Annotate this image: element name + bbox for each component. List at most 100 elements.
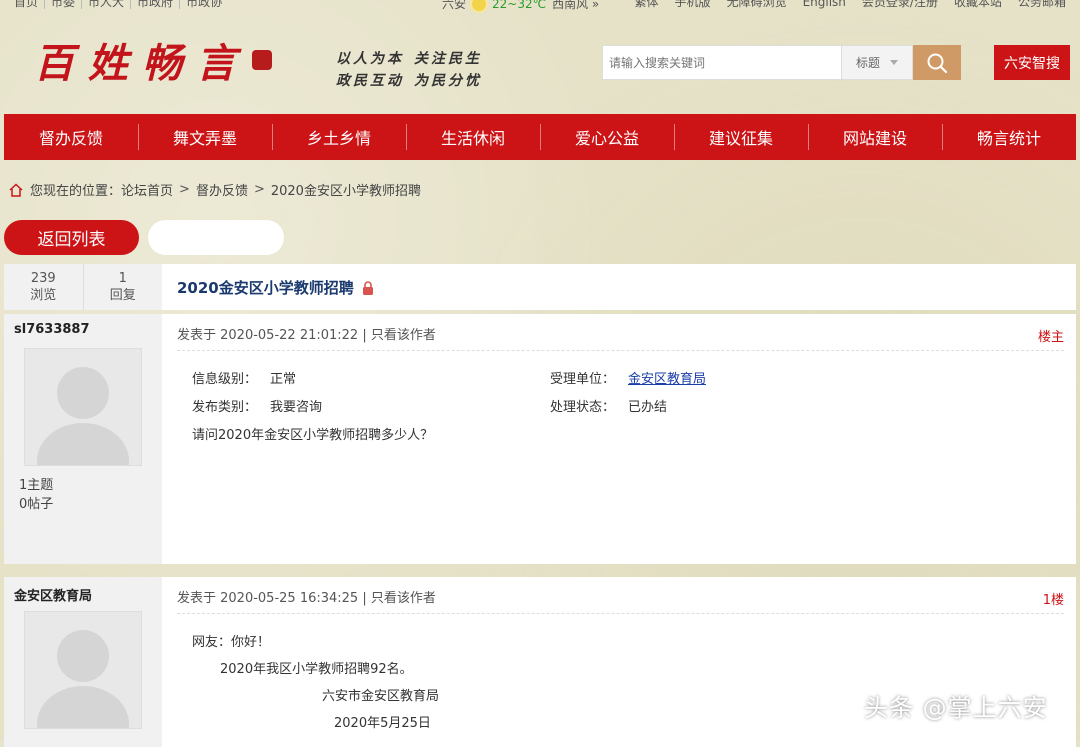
only-author-link[interactable]: | 只看该作者 [362, 328, 436, 343]
field-label: 处理状态： [550, 400, 616, 415]
avatar[interactable] [24, 611, 142, 729]
slogan-phrase: 政民互动 [336, 73, 404, 89]
info-fields: 信息级别： 正常 受理单位： 金安区教育局 发布类别： 我要咨询 处理状态： 已… [192, 368, 828, 415]
breadcrumb-separator: > [179, 182, 190, 197]
weather-widget: 六安 22~32℃ 西南风 » [442, 0, 599, 12]
author-post-count[interactable]: 0帖子 [19, 495, 53, 514]
nav-item-leisure[interactable]: 生活休闲 [406, 114, 540, 160]
weather-city: 六安 [442, 0, 467, 11]
top-link-bookmark[interactable]: 收藏本站 [946, 0, 1010, 9]
top-link-mail[interactable]: 公务邮箱 [1010, 0, 1074, 9]
reply-date: 2020年5月25日 [334, 716, 431, 731]
breadcrumb-item-forum[interactable]: 论坛首页 [121, 180, 173, 199]
breadcrumb: 您现在的位置： 论坛首页 > 督办反馈 > 2020金安区小学教师招聘 [8, 180, 421, 199]
seal-icon [252, 50, 272, 70]
top-link-login[interactable]: 会员登录/注册 [854, 0, 946, 9]
view-count-value: 239 [30, 271, 56, 286]
nav-item-website[interactable]: 网站建设 [808, 114, 942, 160]
top-link-party[interactable]: 市委 [45, 0, 83, 9]
default-avatar-icon [37, 630, 129, 728]
top-links-left: 首页 市委 市人大 市政府 市政协 [8, 0, 228, 9]
lock-icon [362, 280, 373, 295]
breadcrumb-prefix: 您现在的位置： [30, 184, 122, 199]
post-body: 信息级别： 正常 受理单位： 金安区教育局 发布类别： 我要咨询 处理状态： 已… [192, 368, 828, 443]
view-count-label: 浏览 [30, 288, 57, 303]
field-value-unit-link[interactable]: 金安区教育局 [628, 368, 828, 387]
slogan-phrase: 关注民生 [414, 51, 482, 67]
nav-item-literature[interactable]: 舞文弄墨 [138, 114, 272, 160]
thread-title-text: 2020金安区小学教师招聘 [177, 279, 354, 297]
slogan: 以人为本 关注民生 政民互动 为民分忧 [336, 48, 492, 92]
author-name[interactable]: sl7633887 [14, 322, 90, 337]
search-icon [927, 53, 948, 73]
reply-count-label: 回复 [109, 288, 136, 303]
top-link-home[interactable]: 首页 [8, 0, 46, 9]
avatar[interactable] [24, 348, 142, 466]
search-field-select[interactable]: 标题 [841, 45, 913, 80]
reply-count-value: 1 [118, 271, 127, 286]
nav-item-charity[interactable]: 爱心公益 [540, 114, 674, 160]
watermark: 头条 @掌上六安 [864, 694, 1048, 722]
search-input[interactable] [602, 45, 841, 80]
new-post-label: 我要发帖 [197, 230, 265, 250]
thread-header: 239 浏览 1 回复 2020金安区小学教师招聘 [4, 264, 1076, 310]
search-button[interactable] [913, 45, 961, 80]
post-meta: 发表于 2020-05-25 16:34:25 | 只看该作者 1楼 [177, 587, 1064, 614]
reply-greeting: 网友：你好！ [192, 635, 271, 650]
top-link-mobile[interactable]: 手机版 [667, 0, 719, 9]
author-panel: 金安区教育局 [4, 577, 162, 747]
main-nav: 督办反馈 舞文弄墨 乡土乡情 生活休闲 爱心公益 建议征集 网站建设 畅言统计 [4, 114, 1076, 160]
slogan-phrase: 以人为本 [336, 51, 404, 67]
sun-icon [472, 0, 487, 11]
field-value-level: 正常 [270, 372, 297, 387]
edit-icon [169, 228, 188, 247]
author-panel: sl7633887 1主题 0帖子 [4, 314, 162, 564]
field-label: 发布类别： [192, 400, 258, 415]
field-value-status: 已办结 [628, 400, 668, 415]
field-label: 受理单位： [550, 372, 616, 387]
top-link-congress[interactable]: 市人大 [82, 0, 132, 9]
nav-item-statistics[interactable]: 畅言统计 [942, 114, 1076, 160]
post-body: 网友：你好！ 2020年我区小学教师招聘92名。 六安市金安区教育局 2020年… [192, 629, 439, 737]
nav-item-suggestions[interactable]: 建议征集 [674, 114, 808, 160]
reply-content: 2020年我区小学教师招聘92名。 [220, 662, 413, 677]
only-author-link[interactable]: | 只看该作者 [362, 591, 436, 606]
back-to-list-button[interactable]: 返回列表 [4, 220, 139, 255]
author-topic-count[interactable]: 1主题 [19, 476, 53, 495]
chevron-down-icon [890, 60, 898, 65]
field-value-type: 我要咨询 [270, 400, 323, 415]
reply-count: 1 回复 [82, 264, 163, 310]
field-label: 信息级别： [192, 372, 258, 387]
site-logo[interactable]: 百姓畅言 [34, 34, 294, 87]
thread-stats: 239 浏览 1 回复 [4, 264, 162, 310]
floor-label: 楼主 [1037, 330, 1064, 345]
home-icon [9, 182, 23, 197]
top-utility-bar: 首页 市委 市人大 市政府 市政协 六安 22~32℃ 西南风 » 繁体 手机版… [0, 0, 1080, 11]
breadcrumb-item-section[interactable]: 督办反馈 [196, 180, 248, 199]
top-link-government[interactable]: 市政府 [131, 0, 181, 9]
nav-item-hometown[interactable]: 乡土乡情 [272, 114, 406, 160]
reply-signature: 六安市金安区教育局 [322, 689, 440, 704]
author-name[interactable]: 金安区教育局 [14, 585, 92, 604]
new-post-button[interactable]: 我要发帖 [148, 220, 284, 255]
breadcrumb-separator: > [253, 182, 265, 197]
breadcrumb-item-thread: 2020金安区小学教师招聘 [270, 184, 421, 199]
top-link-english[interactable]: English [795, 0, 854, 9]
top-links-right: 繁体 手机版 无障碍浏览 English 会员登录/注册 收藏本站 公务邮箱 [627, 0, 1074, 9]
post-original: sl7633887 1主题 0帖子 发表于 2020-05-22 21:01:2… [4, 314, 1076, 564]
weather-wind[interactable]: 西南风 » [552, 0, 599, 12]
search-bar: 标题 [602, 45, 961, 80]
top-link-accessibility[interactable]: 无障碍浏览 [719, 0, 795, 9]
smart-search-button[interactable]: 六安智搜 [994, 45, 1070, 80]
search-field-value: 标题 [855, 56, 880, 70]
default-avatar-icon [37, 367, 129, 465]
post-time: 发表于 2020-05-25 16:34:25 [177, 591, 359, 606]
nav-item-supervision[interactable]: 督办反馈 [4, 114, 138, 160]
author-stats: 1主题 0帖子 [19, 476, 53, 514]
weather-temp: 22~32℃ [492, 0, 547, 11]
slogan-phrase: 为民分忧 [414, 73, 482, 89]
top-link-traditional[interactable]: 繁体 [627, 0, 667, 9]
view-count: 239 浏览 [4, 264, 83, 310]
post-meta: 发表于 2020-05-22 21:01:22 | 只看该作者 楼主 [177, 324, 1064, 351]
top-link-cppcc[interactable]: 市政协 [180, 0, 228, 9]
